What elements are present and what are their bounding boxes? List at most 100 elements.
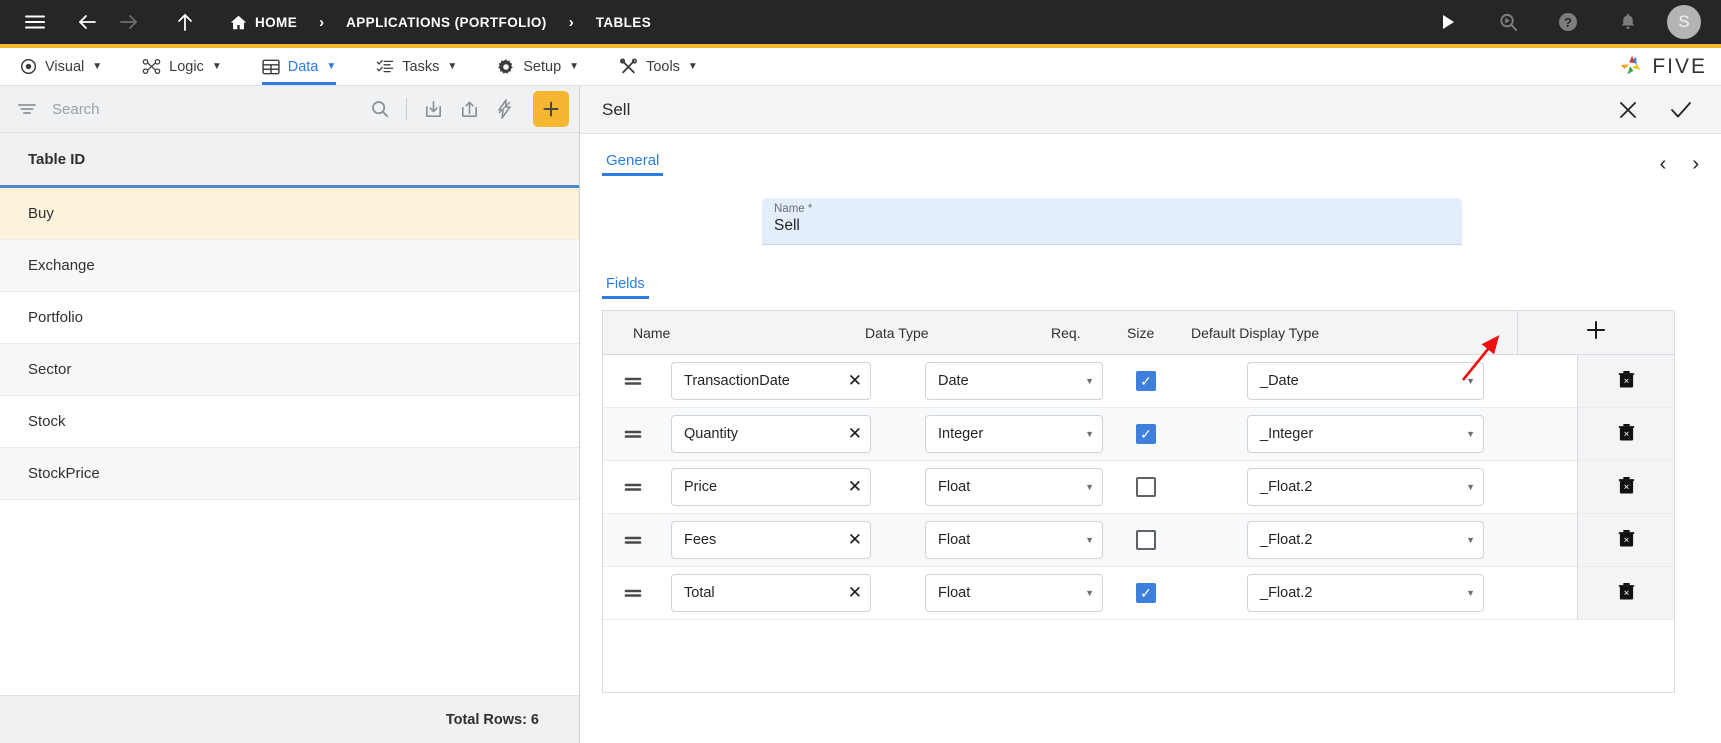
menu-item-tasks[interactable]: Tasks ▼ — [356, 48, 477, 85]
clear-x-icon[interactable]: ✕ — [848, 424, 862, 444]
trash-delete-icon[interactable]: ✕ — [1618, 581, 1635, 606]
name-field[interactable]: Name * Sell — [762, 198, 1462, 245]
required-checkbox[interactable] — [1136, 530, 1156, 550]
required-checkbox[interactable]: ✓ — [1136, 371, 1156, 391]
arrow-left-icon[interactable] — [66, 2, 108, 42]
filter-icon[interactable] — [8, 100, 46, 118]
menu-item-tools[interactable]: Tools ▼ — [599, 48, 718, 85]
field-name-input[interactable]: Price ✕ — [671, 468, 871, 506]
run-icon[interactable] — [1427, 2, 1469, 42]
chevron-down-icon: ▼ — [569, 61, 580, 72]
list-item-portfolio[interactable]: Portfolio — [0, 292, 579, 344]
menu-item-label: Data — [287, 58, 319, 75]
menu-item-logic[interactable]: Logic ▼ — [122, 48, 242, 85]
required-checkbox[interactable]: ✓ — [1136, 583, 1156, 603]
list-item-stockprice[interactable]: StockPrice — [0, 448, 579, 500]
tab-fields[interactable]: Fields — [602, 276, 649, 299]
arrow-right-icon — [108, 2, 150, 42]
list-item-stock[interactable]: Stock — [0, 396, 579, 448]
data-type-select[interactable]: Date ▼ — [925, 362, 1103, 400]
close-x-icon[interactable] — [1617, 99, 1639, 121]
field-name-value: Price — [684, 479, 718, 495]
search-input[interactable] — [46, 100, 362, 118]
default-display-type-select[interactable]: _Float.2 ▼ — [1247, 574, 1484, 612]
tab-general[interactable]: General — [602, 152, 664, 176]
breadcrumb-item-home[interactable]: HOME — [224, 14, 303, 31]
list-item-exchange[interactable]: Exchange — [0, 240, 579, 292]
drag-handle-icon[interactable] — [603, 427, 663, 441]
field-name-input[interactable]: Fees ✕ — [671, 521, 871, 559]
list-item-sector[interactable]: Sector — [0, 344, 579, 396]
data-type-select[interactable]: Float ▼ — [925, 468, 1103, 506]
trash-delete-icon[interactable]: ✕ — [1618, 422, 1635, 447]
drag-handle-icon[interactable] — [603, 586, 663, 600]
column-header-data-type: Data Type — [865, 324, 929, 341]
prev-record-icon[interactable]: ‹ — [1660, 154, 1667, 174]
default-display-type-select[interactable]: _Date ▼ — [1247, 362, 1484, 400]
add-table-button[interactable] — [533, 91, 569, 127]
field-name-input[interactable]: TransactionDate ✕ — [671, 362, 871, 400]
menu-item-setup[interactable]: Setup ▼ — [477, 48, 599, 85]
fields-table-empty-area — [603, 620, 1674, 692]
chevron-down-icon: ▼ — [1085, 376, 1094, 386]
field-name-value: Quantity — [684, 426, 738, 442]
column-header-req: Req. — [1051, 324, 1081, 341]
chevron-down-icon: ▼ — [326, 61, 337, 72]
eye-icon — [20, 58, 37, 75]
list-item-buy[interactable]: Buy — [0, 188, 579, 240]
required-checkbox[interactable]: ✓ — [1136, 424, 1156, 444]
drag-handle-icon[interactable] — [603, 533, 663, 547]
menu-item-data[interactable]: Data ▼ — [242, 48, 357, 85]
notifications-bell-icon[interactable] — [1607, 2, 1649, 42]
field-name-value: Fees — [684, 532, 717, 548]
brand-text: FIVE — [1652, 54, 1707, 78]
drag-handle-icon[interactable] — [603, 374, 663, 388]
table-row: TransactionDate ✕ Date ▼ ✓ _Date ▼ ✕ — [603, 355, 1674, 408]
table-row: Quantity ✕ Integer ▼ ✓ _Integer ▼ ✕ — [603, 408, 1674, 461]
required-checkbox[interactable] — [1136, 477, 1156, 497]
clear-x-icon[interactable]: ✕ — [848, 530, 862, 550]
default-display-type-select[interactable]: _Float.2 ▼ — [1247, 521, 1484, 559]
trash-delete-icon[interactable]: ✕ — [1618, 475, 1635, 500]
list-item-label: Stock — [28, 413, 66, 430]
menu-item-visual[interactable]: Visual ▼ — [0, 48, 122, 85]
clear-x-icon[interactable]: ✕ — [848, 371, 862, 391]
total-rows-footer: Total Rows: 6 — [0, 695, 579, 743]
arrow-up-icon[interactable] — [164, 2, 206, 42]
breadcrumb-item-applications[interactable]: APPLICATIONS (PORTFOLIO) — [340, 15, 553, 30]
chevron-down-icon: ▼ — [1466, 376, 1475, 386]
chevron-down-icon: ▼ — [1085, 482, 1094, 492]
avatar[interactable]: S — [1667, 5, 1701, 39]
import-download-icon[interactable] — [415, 91, 451, 127]
list-item-label: StockPrice — [28, 465, 100, 482]
checkmark-icon[interactable] — [1669, 99, 1693, 121]
default-display-type-select[interactable]: _Float.2 ▼ — [1247, 468, 1484, 506]
svg-text:✕: ✕ — [1623, 482, 1629, 491]
chevron-down-icon: ▼ — [92, 61, 103, 72]
trash-delete-icon[interactable]: ✕ — [1618, 528, 1635, 553]
svg-text:✕: ✕ — [1623, 588, 1629, 597]
hamburger-icon[interactable] — [14, 2, 56, 42]
drag-handle-icon[interactable] — [603, 480, 663, 494]
clear-x-icon[interactable]: ✕ — [848, 583, 862, 603]
data-type-select[interactable]: Float ▼ — [925, 521, 1103, 559]
data-type-select[interactable]: Float ▼ — [925, 574, 1103, 612]
export-upload-icon[interactable] — [451, 91, 487, 127]
search-magnifier-icon[interactable] — [1487, 2, 1529, 42]
trash-delete-icon[interactable]: ✕ — [1618, 369, 1635, 394]
breadcrumb-label: HOME — [255, 14, 298, 30]
breadcrumb-item-tables[interactable]: TABLES — [590, 15, 657, 30]
clear-x-icon[interactable]: ✕ — [848, 477, 862, 497]
search-icon[interactable] — [362, 91, 398, 127]
data-type-select[interactable]: Integer ▼ — [925, 415, 1103, 453]
default-display-type-select[interactable]: _Integer ▼ — [1247, 415, 1484, 453]
add-field-row-button[interactable] — [1585, 319, 1607, 346]
table-id-column-header[interactable]: Table ID — [0, 133, 579, 188]
detail-header-actions — [1617, 99, 1693, 121]
help-icon[interactable]: ? — [1547, 2, 1589, 42]
field-name-input[interactable]: Quantity ✕ — [671, 415, 871, 453]
field-name-input[interactable]: Total ✕ — [671, 574, 871, 612]
table-grid-icon — [262, 58, 280, 76]
next-record-icon[interactable]: › — [1692, 154, 1699, 174]
lightning-bolt-icon[interactable] — [487, 91, 523, 127]
